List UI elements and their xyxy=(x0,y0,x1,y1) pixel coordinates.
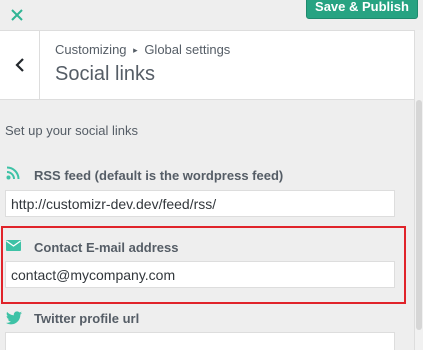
panel-scrollbar[interactable] xyxy=(414,30,423,350)
customizer-topbar: Save & Publish xyxy=(0,0,423,30)
save-and-publish-button[interactable]: Save & Publish xyxy=(306,0,418,19)
breadcrumb: Customizing ▸ Global settings xyxy=(55,42,230,57)
twitter-icon xyxy=(6,311,22,325)
breadcrumb-section: Global settings xyxy=(144,42,231,57)
twitter-url-input[interactable] xyxy=(5,332,395,350)
section-header: Customizing ▸ Global settings Social lin… xyxy=(0,30,414,100)
back-button[interactable] xyxy=(0,31,40,99)
close-button[interactable] xyxy=(0,0,34,30)
rss-feed-label: RSS feed (default is the wordpress feed) xyxy=(34,168,284,183)
breadcrumb-root: Customizing xyxy=(55,42,127,57)
email-field-highlight xyxy=(1,226,406,304)
rss-icon xyxy=(6,166,20,180)
twitter-url-label: Twitter profile url xyxy=(34,311,140,326)
rss-feed-input[interactable]: http://customizr-dev.dev/feed/rss/ xyxy=(5,190,395,217)
breadcrumb-separator: ▸ xyxy=(133,45,138,55)
section-title: Social links xyxy=(55,63,156,85)
scrollbar-thumb[interactable] xyxy=(416,100,422,330)
close-icon xyxy=(11,9,23,21)
section-description: Set up your social links xyxy=(5,123,138,138)
chevron-left-icon xyxy=(14,58,24,72)
